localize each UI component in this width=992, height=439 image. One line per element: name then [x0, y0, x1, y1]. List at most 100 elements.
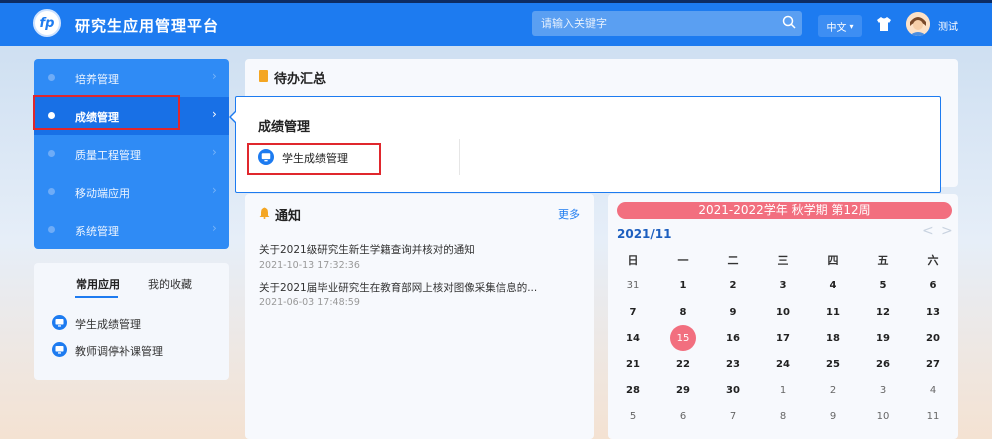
calendar-day[interactable]: 28	[608, 385, 658, 396]
calendar-day[interactable]: 8	[658, 307, 708, 318]
chevron-right-icon: ›	[212, 69, 217, 83]
monitor-icon	[52, 315, 67, 330]
calendar-day[interactable]: 24	[758, 359, 808, 370]
highlight-box	[33, 95, 180, 130]
calendar-day[interactable]: 3	[758, 280, 808, 291]
monitor-icon	[52, 342, 67, 357]
calendar-day[interactable]: 18	[808, 333, 858, 344]
calendar-day[interactable]: 21	[608, 359, 658, 370]
todo-title: 待办汇总	[274, 72, 327, 87]
search-input[interactable]	[532, 11, 778, 36]
bell-icon	[259, 207, 270, 219]
calendar-day[interactable]: 1	[658, 280, 708, 291]
weekday-header: 五	[877, 254, 889, 267]
app-item-label: 教师调停补课管理	[75, 345, 163, 358]
weekday-header: 六	[927, 254, 939, 267]
app-item-label: 学生成绩管理	[75, 318, 141, 331]
nav-item-label: 质量工程管理	[75, 149, 141, 162]
weekday-header: 四	[827, 254, 839, 267]
calendar-day[interactable]: 10	[858, 411, 908, 422]
calendar-day[interactable]: 7	[608, 307, 658, 318]
calendar-day[interactable]: 5	[608, 411, 658, 422]
calendar-day[interactable]: 11	[808, 307, 858, 318]
calendar-day[interactable]: 8	[758, 411, 808, 422]
weekday-header: 一	[677, 254, 689, 267]
calendar-day[interactable]: 13	[908, 307, 958, 318]
top-header: fp 研究生应用管理平台 中文 ▾ 测试	[0, 0, 992, 46]
todo-icon	[259, 70, 268, 82]
language-select[interactable]: 中文 ▾	[818, 15, 862, 37]
notice-title: 通知	[275, 209, 302, 224]
nav-item-mobile[interactable]: 移动端应用 ›	[34, 173, 229, 211]
calendar-day[interactable]: 22	[658, 359, 708, 370]
calendar-day[interactable]: 9	[808, 411, 858, 422]
flyout-title: 成绩管理	[258, 120, 311, 135]
chevron-right-icon: ›	[212, 183, 217, 197]
nav-item-label: 移动端应用	[75, 187, 130, 200]
active-tab-indicator	[75, 296, 118, 298]
calendar-day[interactable]: 4	[808, 280, 858, 291]
weekday-header: 三	[777, 254, 789, 267]
bullet-icon	[48, 150, 55, 157]
notice-date: 2021-06-03 17:48:59	[259, 297, 360, 308]
username[interactable]: 测试	[938, 18, 958, 33]
calendar-day[interactable]: 10	[758, 307, 808, 318]
bullet-icon	[48, 188, 55, 195]
calendar-day[interactable]: 1	[758, 385, 808, 396]
app-title: 研究生应用管理平台	[75, 17, 220, 35]
calendar-day[interactable]: 11	[908, 411, 958, 422]
bullet-icon	[48, 74, 55, 81]
tab-common-apps[interactable]: 常用应用	[76, 276, 120, 292]
calendar-day[interactable]: 14	[608, 333, 658, 344]
calendar-day[interactable]: 26	[858, 359, 908, 370]
main-nav: 培养管理 › 成绩管理 › 质量工程管理 › 移动端应用 › 系统管理 ›	[34, 59, 229, 249]
notice-panel	[245, 194, 594, 439]
calendar-day[interactable]: 9	[708, 307, 758, 318]
calendar-day[interactable]: 4	[908, 385, 958, 396]
nav-item-label: 系统管理	[75, 225, 119, 238]
calendar-prev-button[interactable]: <	[922, 223, 934, 239]
nav-item-training[interactable]: 培养管理 ›	[34, 59, 229, 97]
calendar-day[interactable]: 2	[708, 280, 758, 291]
calendar-day[interactable]: 7	[708, 411, 758, 422]
more-link[interactable]: 更多	[558, 206, 580, 222]
logo[interactable]: fp	[33, 9, 61, 37]
language-label: 中文	[826, 22, 847, 34]
calendar-day[interactable]: 23	[708, 359, 758, 370]
calendar-next-button[interactable]: >	[941, 223, 953, 239]
calendar-day[interactable]: 25	[808, 359, 858, 370]
skin-theme-icon[interactable]	[876, 16, 892, 32]
calendar-day[interactable]: 2	[808, 385, 858, 396]
calendar-day[interactable]: 16	[708, 333, 758, 344]
term-banner: 2021-2022学年 秋学期 第12周	[617, 202, 952, 219]
calendar-day[interactable]: 31	[608, 280, 658, 291]
divider	[459, 139, 460, 175]
search-box	[532, 11, 802, 36]
logo-text: fp	[39, 15, 55, 31]
nav-item-label: 培养管理	[75, 73, 119, 86]
calendar-day[interactable]: 19	[858, 333, 908, 344]
calendar-day[interactable]: 3	[858, 385, 908, 396]
search-icon[interactable]	[782, 15, 796, 29]
nav-item-system[interactable]: 系统管理 ›	[34, 211, 229, 249]
nav-item-quality[interactable]: 质量工程管理 ›	[34, 135, 229, 173]
calendar-month: 2021/11	[617, 227, 672, 241]
bullet-icon	[48, 226, 55, 233]
calendar-day[interactable]: 20	[908, 333, 958, 344]
highlight-box	[247, 143, 381, 175]
notice-item[interactable]: 关于2021级研究生新生学籍查询并核对的通知	[259, 242, 475, 257]
calendar-day[interactable]: 5	[858, 280, 908, 291]
calendar-day[interactable]: 12	[858, 307, 908, 318]
tab-favorites[interactable]: 我的收藏	[148, 276, 192, 292]
weekday-header: 日	[627, 254, 639, 267]
calendar-day[interactable]: 29	[658, 385, 708, 396]
calendar-day[interactable]: 15	[658, 333, 708, 344]
calendar-day[interactable]: 17	[758, 333, 808, 344]
notice-item[interactable]: 关于2021届毕业研究生在教育部网上核对图像采集信息的...	[259, 280, 537, 295]
avatar[interactable]	[906, 12, 930, 36]
calendar-day[interactable]: 6	[658, 411, 708, 422]
calendar-day[interactable]: 30	[708, 385, 758, 396]
calendar-day[interactable]: 27	[908, 359, 958, 370]
chevron-right-icon: ›	[212, 221, 217, 235]
calendar-day[interactable]: 6	[908, 280, 958, 291]
